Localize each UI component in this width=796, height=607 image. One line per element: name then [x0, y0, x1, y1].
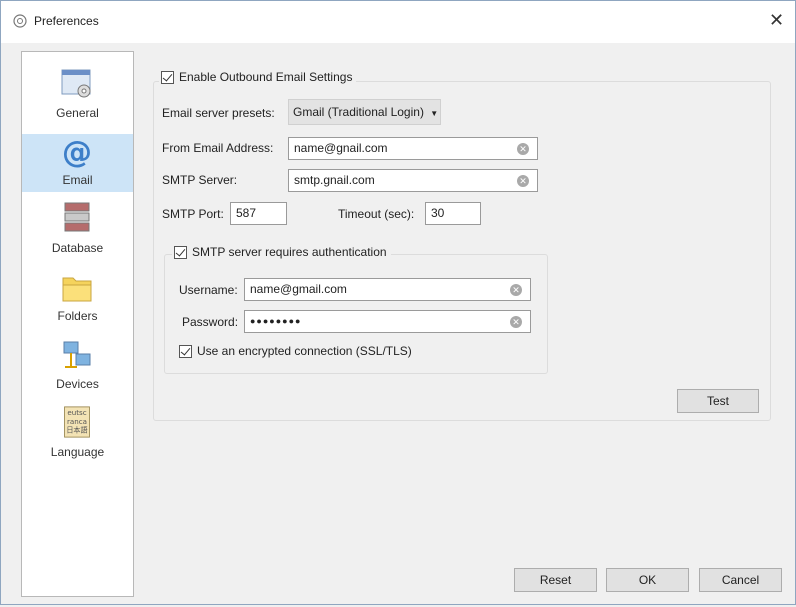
title-bar: Preferences ✕ — [1, 1, 795, 43]
smtp-server-input[interactable]: smtp.gnail.com ✕ — [288, 169, 538, 192]
smtp-port-label: SMTP Port: — [162, 207, 224, 221]
ok-button[interactable]: OK — [606, 568, 689, 592]
sidebar-item-email[interactable]: @ Email — [22, 134, 133, 192]
sidebar-item-label: General — [56, 106, 99, 120]
requires-auth-label: SMTP server requires authentication — [192, 245, 387, 259]
username-label: Username: — [179, 283, 238, 297]
checkbox-checked-icon[interactable] — [179, 344, 192, 358]
from-email-label: From Email Address: — [162, 141, 274, 155]
clear-icon[interactable]: ✕ — [517, 143, 529, 155]
presets-dropdown[interactable]: Gmail (Traditional Login) ▼ — [288, 99, 441, 125]
gear-icon — [13, 14, 27, 28]
ssl-checkbox[interactable]: Use an encrypted connection (SSL/TLS) — [177, 344, 416, 358]
checkbox-checked-icon[interactable] — [161, 70, 174, 84]
checkbox-checked-icon[interactable] — [174, 245, 187, 259]
username-value: name@gmail.com — [250, 282, 347, 296]
timeout-label: Timeout (sec): — [338, 207, 415, 221]
database-icon — [64, 202, 90, 232]
presets-label: Email server presets: — [162, 106, 275, 120]
sidebar-item-label: Database — [51, 241, 104, 255]
username-input[interactable]: name@gmail.com ✕ — [244, 278, 531, 301]
at-sign-icon: @ — [62, 136, 92, 168]
svg-text:ranca: ranca — [67, 417, 87, 426]
timeout-value: 30 — [431, 206, 445, 220]
password-input[interactable]: ●●●●●●●● ✕ — [244, 310, 531, 333]
sidebar-item-folders[interactable]: Folders — [22, 267, 133, 327]
smtp-server-value: smtp.gnail.com — [294, 173, 375, 187]
requires-auth-checkbox[interactable]: SMTP server requires authentication — [172, 245, 391, 259]
ssl-label: Use an encrypted connection (SSL/TLS) — [197, 344, 412, 358]
window-title: Preferences — [34, 14, 99, 28]
sidebar-item-general[interactable]: General — [22, 62, 133, 137]
reset-button[interactable]: Reset — [514, 568, 597, 592]
sidebar-item-label: Language — [50, 445, 105, 459]
from-email-input[interactable]: name@gnail.com ✕ — [288, 137, 538, 160]
svg-text:@: @ — [62, 136, 92, 168]
cancel-button[interactable]: Cancel — [699, 568, 782, 592]
enable-outbound-checkbox[interactable]: Enable Outbound Email Settings — [159, 70, 357, 84]
sidebar-item-language[interactable]: eutsc ranca 日本語 Language — [22, 404, 133, 466]
test-button[interactable]: Test — [677, 389, 759, 413]
close-icon[interactable]: ✕ — [769, 10, 784, 31]
category-sidebar: General @ Email Database Folders Devices… — [21, 51, 134, 597]
clear-icon[interactable]: ✕ — [510, 316, 522, 328]
smtp-port-value: 587 — [236, 206, 257, 220]
clear-icon[interactable]: ✕ — [510, 284, 522, 296]
svg-text:日本語: 日本語 — [66, 426, 87, 435]
preferences-dialog: Preferences ✕ General @ Email Database F… — [0, 0, 796, 605]
sidebar-item-devices[interactable]: Devices — [22, 336, 133, 396]
timeout-input[interactable]: 30 — [425, 202, 481, 225]
password-masked-value: ●●●●●●●● — [250, 316, 302, 326]
general-settings-icon — [61, 69, 91, 98]
sidebar-item-database[interactable]: Database — [22, 197, 133, 257]
enable-outbound-label: Enable Outbound Email Settings — [179, 70, 353, 84]
from-email-value: name@gnail.com — [294, 141, 388, 155]
sidebar-item-label: Email — [62, 173, 93, 187]
presets-selected-value: Gmail (Traditional Login) — [293, 105, 424, 119]
sidebar-item-label: Folders — [57, 309, 98, 323]
password-label: Password: — [182, 315, 239, 329]
svg-text:eutsc: eutsc — [67, 408, 86, 417]
clear-icon[interactable]: ✕ — [517, 175, 529, 187]
language-icon: eutscranca日本語 — [64, 406, 90, 438]
network-devices-icon — [63, 341, 91, 368]
sidebar-item-label: Devices — [56, 377, 99, 391]
smtp-server-label: SMTP Server: — [162, 173, 238, 187]
smtp-port-input[interactable]: 587 — [230, 202, 287, 225]
chevron-down-icon: ▼ — [430, 109, 439, 118]
folder-icon — [62, 277, 92, 302]
